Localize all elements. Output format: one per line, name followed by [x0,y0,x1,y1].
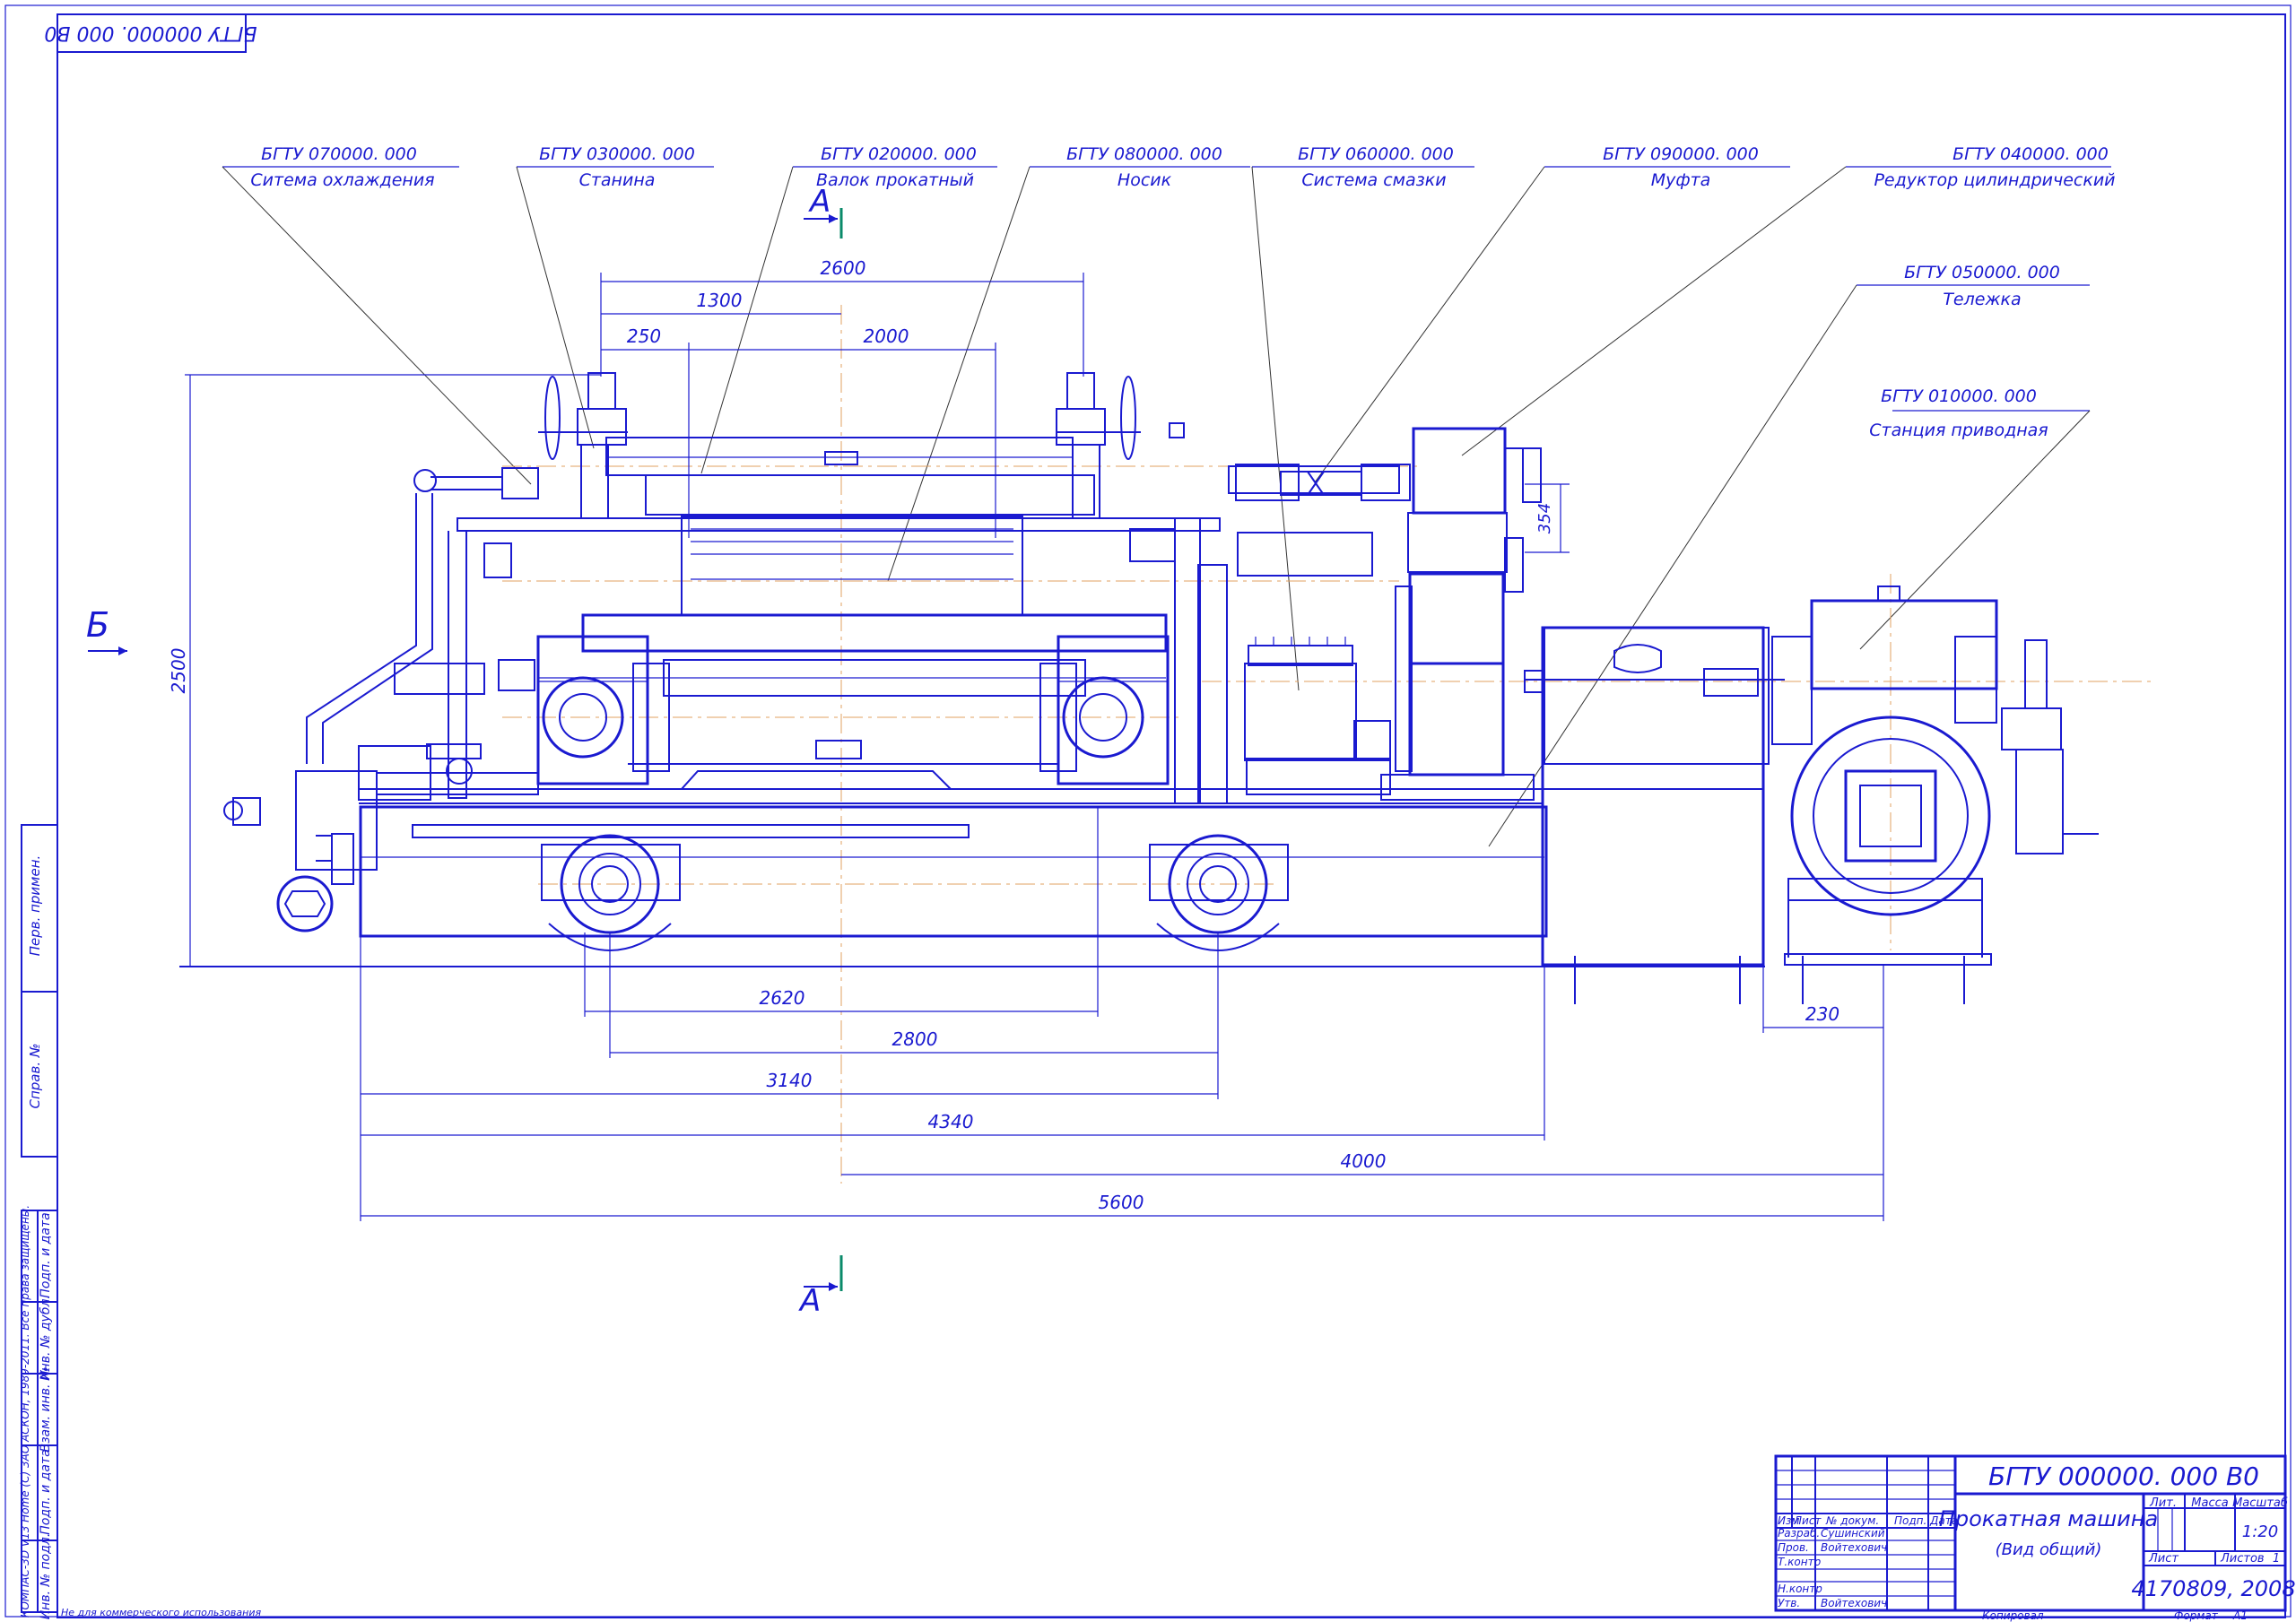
callout-cooling-code: БГТУ 070000. 000 [261,144,417,164]
dim-3140: 3140 [767,1070,813,1091]
mirrored-stamp-text: БГТУ 000000. 000 В0 [44,22,257,44]
tb-razrab-role: Разраб. [1778,1527,1820,1540]
rolling-machine-drawing [179,372,2099,1004]
dim-2620: 2620 [760,987,805,1009]
tb-lit: Лит. [2149,1496,2177,1510]
callout-lube-code: БГТУ 060000. 000 [1298,144,1454,164]
dim-2500: 2500 [168,648,189,694]
callout-coupling: БГТУ 090000. 000 Муфта [1314,144,1790,483]
frame-beam [581,613,1168,653]
screw-down-left [538,372,628,519]
drive-shaft [1524,627,1785,765]
section-marks: А А Б [86,184,843,1319]
callout-drive-code: БГТУ 010000. 000 [1881,386,2037,406]
tb-listov: Листов [2220,1552,2265,1566]
section-b: Б [86,605,109,645]
wheel-right [1149,834,1289,951]
callout-coupling-name: Муфта [1651,170,1711,190]
title-block: Изм Лист № докум. Подп. Дата Разраб. Суш… [1774,1454,2296,1622]
drive-motor [1771,585,2099,966]
anchor-bolts [1574,956,1965,1004]
tb-razrab-name: Сушинский [1821,1527,1885,1540]
tb-masshtab: Масштаб [2232,1496,2288,1510]
callout-reducer-code: БГТУ 040000. 000 [1952,144,2109,164]
tb-org: 4170809, 2008 [2131,1576,2295,1601]
wheel-left [541,834,681,951]
dim-2600: 2600 [821,257,866,279]
drawing-sheet: БГТУ 000000. 000 В0 БГТУ 070000. 000 Сит… [4,4,2296,1622]
callout-lube-name: Система смазки [1301,170,1446,190]
coupling [1235,464,1411,501]
callout-frame-code: БГТУ 030000. 000 [539,144,695,164]
dim-354: 354 [1535,503,1554,533]
tb-prov-name: Войтехович [1821,1541,1887,1554]
dim-5600: 5600 [1099,1192,1144,1213]
reducer [1380,427,1542,801]
mirrored-stamp: БГТУ 000000. 000 В0 [44,13,257,53]
tb-format-val: А1 [2232,1609,2248,1622]
callout-cart-code: БГТУ 050000. 000 [1904,263,2060,282]
tb-h-list: Лист [1793,1514,1822,1527]
tb-listov-val: 1 [2273,1552,2280,1566]
callout-roll-name: Валок прокатный [816,170,974,190]
strip-podp-data-2: Подп. и дата [39,1449,53,1534]
outer-frame [4,4,2292,1618]
tb-kopiroval: Копировал [1982,1609,2044,1622]
bearing-housing-left [536,635,670,785]
callout-frame-name: Станина [579,170,656,190]
callout-cart: БГТУ 050000. 000 Тележка [1488,263,2090,847]
callout-coupling-code: БГТУ 090000. 000 [1603,144,1759,164]
tb-scale: 1:20 [2242,1522,2278,1541]
callout-nose-name: Носик [1118,170,1172,190]
dim-2000: 2000 [864,325,909,347]
left-margin-strip: Перв. примен. Справ. № Подп. и дата Инв.… [19,824,58,1620]
strip-kompas-note: КОМПАС-3D V13 Home (C) 3АО АСКОН, 1989-2… [19,1205,31,1618]
dim-230: 230 [1805,1003,1839,1025]
tb-designation: БГТУ 000000. 000 В0 [1988,1462,2259,1491]
tb-format: Формат [2174,1609,2219,1622]
dim-1300: 1300 [697,290,743,311]
strip-sprav: Справ. № [27,1044,43,1109]
strip-podp-data-1: Подп. и дата [39,1212,53,1297]
cart-extension [1541,626,1765,967]
tb-h-podp: Подп. [1894,1514,1926,1527]
dim-2800: 2800 [892,1028,938,1050]
tb-list: Лист [2148,1552,2179,1566]
strip-inv-podl: Инв. № подл. [39,1533,53,1620]
dimensions: 2600 1300 250 2000 2500 354 2620 2800 31… [168,257,1884,1221]
lubrication-unit [1244,637,1391,795]
tb-prov-role: Пров. [1778,1541,1809,1554]
screw-down-right [1056,372,1141,519]
dim-250: 250 [627,325,661,347]
tb-name-line1: Прокатная машина [1939,1506,2158,1531]
callout-nose-code: БГТУ 080000. 000 [1066,144,1222,164]
tb-tkontr-role: Т.контр [1778,1556,1822,1568]
tb-nkontr-role: Н.контр [1778,1583,1822,1595]
callout-drive-name: Станция приводная [1869,421,2048,440]
strip-vzam-inv: Взам. инв. № [39,1366,53,1452]
strip-perv-primen: Перв. примен. [27,855,43,957]
callout-cart-name: Тележка [1943,290,2021,309]
tb-h-ndokum: № докум. [1825,1514,1879,1527]
section-a-top: А [808,184,831,220]
bearing-housing-right [1039,635,1170,785]
dim-4340: 4340 [928,1111,974,1132]
callout-reducer-name: Редуктор цилиндрический [1874,170,2115,190]
top-crossbar [605,437,1074,476]
inner-frame [57,13,2286,1618]
callout-cooling-name: Ситема охлаждения [250,170,434,190]
footer-note: Не для коммерческого использования [61,1607,261,1618]
callout-roll-code: БГТУ 020000. 000 [821,144,977,164]
tb-massa: Масса [2191,1496,2228,1510]
callout-roll: БГТУ 020000. 000 Валок прокатный [700,144,997,474]
dim-4000: 4000 [1341,1150,1387,1172]
section-a-bottom: А [798,1283,821,1319]
tb-utv-role: Утв. [1778,1597,1800,1609]
cart-base [359,805,1548,938]
callout-lube: БГТУ 060000. 000 Система смазки [1251,144,1474,691]
callout-drive: БГТУ 010000. 000 Станция приводная [1859,386,2091,650]
tb-name-line2: (Вид общий) [1996,1540,2102,1559]
callout-cooling: БГТУ 070000. 000 Ситема охлаждения [222,144,532,485]
tb-utv-name: Войтехович [1821,1597,1887,1609]
